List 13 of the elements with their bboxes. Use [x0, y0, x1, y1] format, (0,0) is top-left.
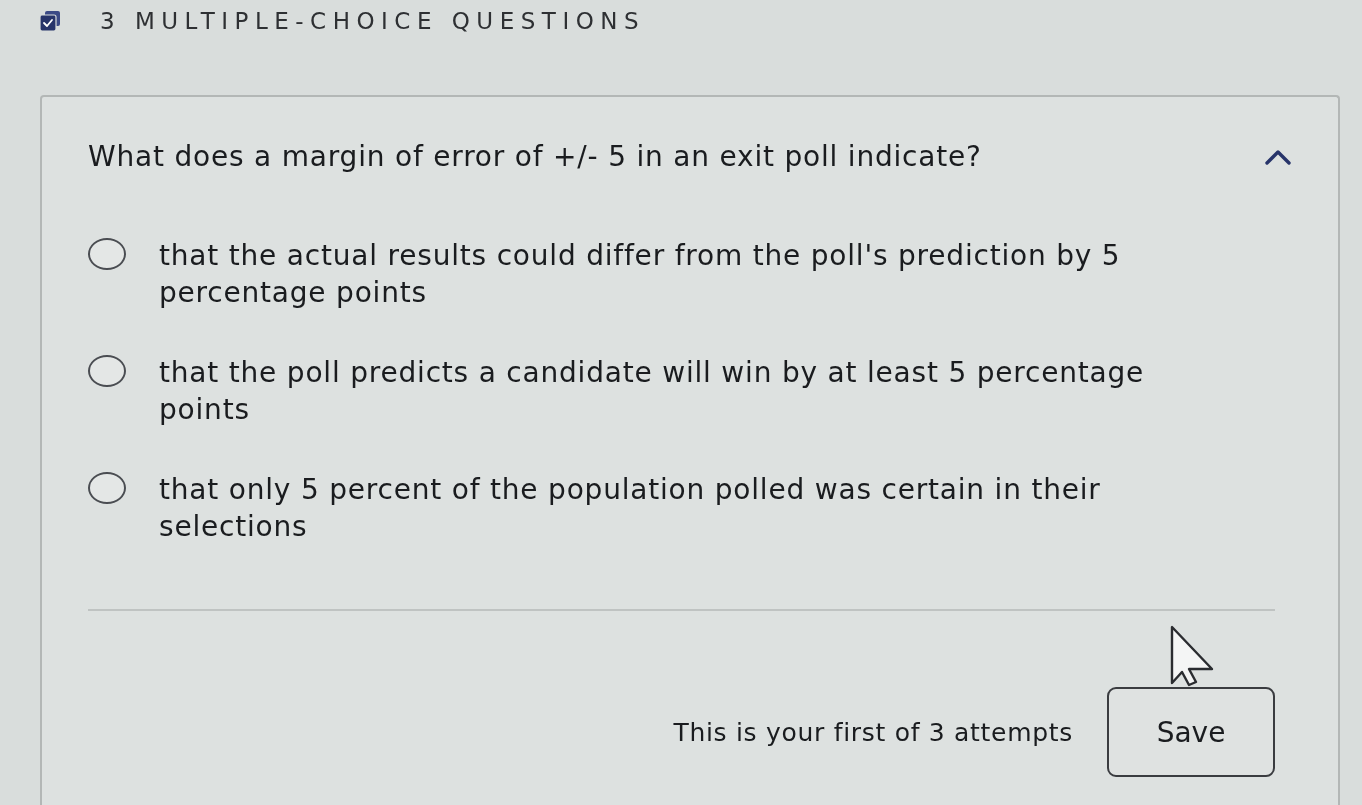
radio-button[interactable] — [88, 238, 126, 270]
question-text: What does a margin of error of +/- 5 in an exit poll indicate? — [88, 139, 982, 175]
attempts-note: This is your first of 3 attempts — [673, 717, 1073, 747]
checklist-icon — [40, 11, 60, 31]
radio-button[interactable] — [88, 355, 126, 387]
option-text: that only 5 percent of the population polled was certain in their selections — [159, 472, 1102, 545]
save-button[interactable]: Save — [1107, 687, 1275, 777]
radio-button[interactable] — [88, 472, 126, 504]
chevron-up-icon — [1265, 149, 1291, 165]
mouse-pointer-icon — [1170, 625, 1214, 687]
option-text: that the poll predicts a candidate will win by at least 5 percentage points — [159, 355, 1146, 428]
option-text: that the actual results could differ from the poll's prediction by 5 percentage points — [159, 238, 1122, 311]
section-title: 3 MULTIPLE-CHOICE QUESTIONS — [100, 9, 646, 33]
